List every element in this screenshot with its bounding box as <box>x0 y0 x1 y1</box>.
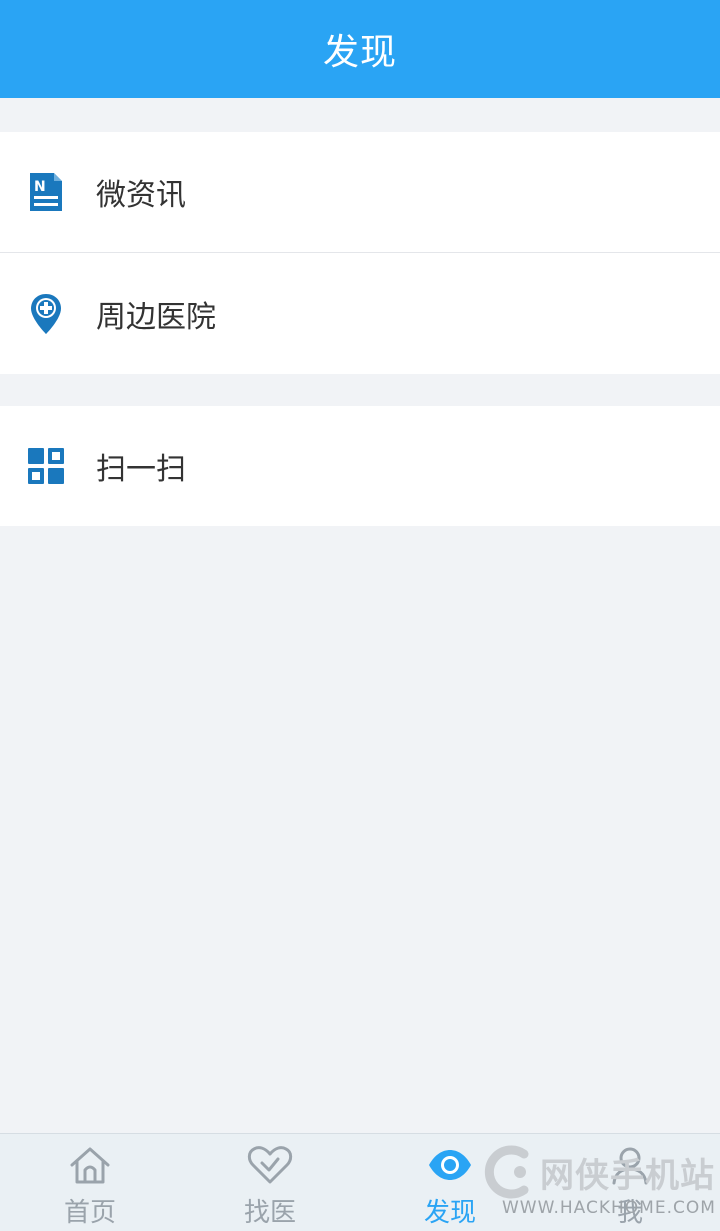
home-icon <box>67 1144 113 1186</box>
svg-text:N: N <box>34 179 46 195</box>
menu-item-scan[interactable]: 扫一扫 <box>0 406 720 526</box>
tab-label: 首页 <box>63 1198 116 1228</box>
tab-discover[interactable]: 发现 <box>360 1134 540 1231</box>
page-title: 发现 <box>322 32 397 73</box>
news-icon: N <box>26 170 66 214</box>
bottom-tab-bar: 首页 找医 发现 我 <box>0 1133 720 1231</box>
tab-me[interactable]: 我 <box>540 1134 720 1231</box>
hospital-location-icon <box>26 292 66 336</box>
tab-label: 发现 <box>423 1198 476 1228</box>
tab-find-doctor[interactable]: 找医 <box>180 1134 360 1231</box>
eye-icon <box>427 1144 473 1186</box>
menu-item-label: 周边医院 <box>96 299 216 335</box>
tab-home[interactable]: 首页 <box>0 1134 180 1231</box>
menu-item-label: 扫一扫 <box>96 452 186 487</box>
tab-label: 我 <box>616 1198 643 1228</box>
app-header: 发现 <box>0 0 720 98</box>
menu-item-label: 微资讯 <box>96 178 186 213</box>
qr-scan-icon <box>26 444 66 488</box>
user-icon <box>607 1144 653 1186</box>
tab-label: 找医 <box>243 1198 296 1228</box>
menu-group-2: 扫一扫 <box>0 406 720 526</box>
heart-icon <box>247 1144 293 1186</box>
menu-item-news[interactable]: N 微资讯 <box>0 132 720 252</box>
menu-group-1: N 微资讯 周边医院 <box>0 132 720 374</box>
menu-item-nearby-hospitals[interactable]: 周边医院 <box>0 252 720 374</box>
